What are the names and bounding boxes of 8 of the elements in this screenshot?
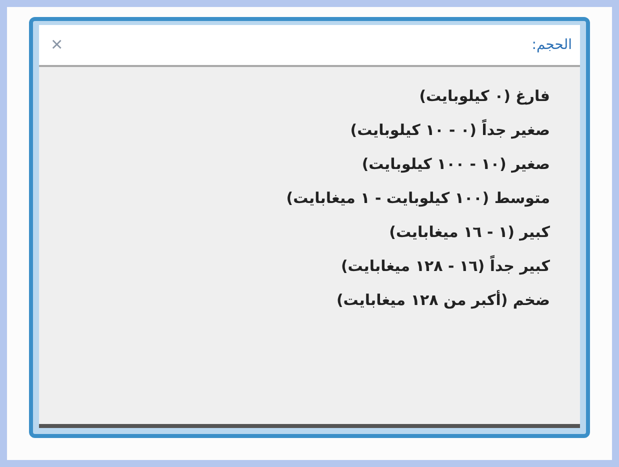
size-option[interactable]: كبير (١ - ١٦ ميغابايت) [47, 215, 550, 249]
size-option[interactable]: ضخم (أكبر من ١٢٨ ميغابايت) [47, 283, 550, 317]
size-option[interactable]: متوسط (١٠٠ كيلوبايت - ١ ميغابايت) [47, 181, 550, 215]
size-label: الحجم: [532, 37, 572, 53]
size-option[interactable]: كبير جداً (١٦ - ١٢٨ ميغابايت) [47, 249, 550, 283]
size-option[interactable]: صغير (١٠ - ١٠٠ كيلوبايت) [47, 147, 550, 181]
size-option[interactable]: صغير جداً (٠ - ١٠ كيلوبايت) [47, 113, 550, 147]
size-option[interactable]: فارغ (٠ كيلوبايت) [47, 79, 550, 113]
